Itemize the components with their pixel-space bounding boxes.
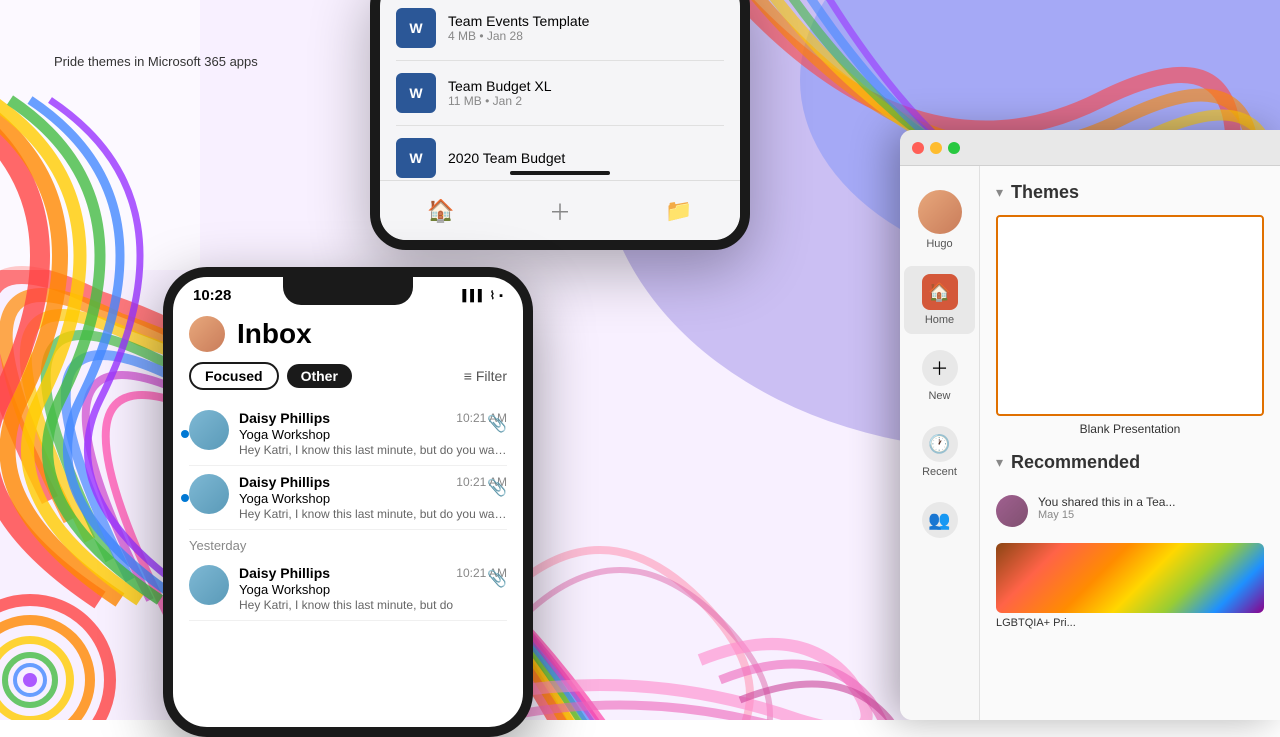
recommended-avatar-1 xyxy=(996,495,1028,527)
email-body-3: Daisy Phillips 10:21 AM Yoga Workshop He… xyxy=(239,565,507,612)
email-sender-1: Daisy Phillips xyxy=(239,410,330,426)
email-avatar-3 xyxy=(189,565,229,605)
sidebar-item-home[interactable]: 🏠 Home xyxy=(904,266,975,334)
file-item-1[interactable]: W Team Events Template 4 MB • Jan 28 xyxy=(396,0,724,61)
filter-button[interactable]: ≡ Filter xyxy=(464,368,507,384)
email-preview-2: Hey Katri, I know this last minute, but … xyxy=(239,507,507,521)
minimize-button[interactable] xyxy=(930,142,942,154)
sidebar-item-recent[interactable]: 🕐 Recent xyxy=(900,418,979,486)
filter-label: Filter xyxy=(476,368,507,384)
email-body-1: Daisy Phillips 10:21 AM Yoga Workshop He… xyxy=(239,410,507,457)
lgbtq-label: LGBTQIA+ Pri... xyxy=(996,617,1264,629)
user-avatar-sidebar xyxy=(918,190,962,234)
lgbtq-thumbnail[interactable] xyxy=(996,543,1264,613)
themes-section-title: Themes xyxy=(1011,182,1079,203)
attachment-icon-3: 📎 xyxy=(487,569,507,589)
word-tab-folder[interactable]: 📁 xyxy=(665,198,692,224)
new-icon: ＋ xyxy=(922,350,958,386)
email-subject-2: Yoga Workshop xyxy=(239,491,507,506)
mac-main-content: ▾ Themes Blank Presentation ▾ Recommende… xyxy=(980,166,1280,720)
tab-other[interactable]: Other xyxy=(287,364,352,388)
word-icon-1: W xyxy=(396,8,436,48)
themes-chevron-icon[interactable]: ▾ xyxy=(996,184,1003,201)
sidebar-label-home: Home xyxy=(925,314,954,326)
word-phone: W Team Events Template 4 MB • Jan 28 W T… xyxy=(370,0,750,250)
word-tab-add[interactable]: ＋ xyxy=(549,195,571,227)
recommended-section-header: ▾ Recommended xyxy=(996,452,1264,473)
file-meta-1: 4 MB • Jan 28 xyxy=(448,29,589,43)
phone-notch xyxy=(283,277,413,305)
sidebar-label-hugo: Hugo xyxy=(926,238,952,250)
email-preview-3: Hey Katri, I know this last minute, but … xyxy=(239,598,507,612)
people-icon: 👥 xyxy=(922,502,958,538)
powerpoint-window: Hugo 🏠 Home ＋ New 🕐 Recent 👥 ▾ T xyxy=(900,130,1280,720)
file-info-1: Team Events Template 4 MB • Jan 28 xyxy=(448,13,589,43)
themes-section-header: ▾ Themes xyxy=(996,182,1264,203)
file-name-2: Team Budget XL xyxy=(448,78,552,94)
email-body-2: Daisy Phillips 10:21 AM Yoga Workshop He… xyxy=(239,474,507,521)
email-avatar-1 xyxy=(189,410,229,450)
attachment-icon-1: 📎 xyxy=(487,414,507,434)
user-avatar xyxy=(189,316,225,352)
phone-time: 10:28 xyxy=(193,287,231,304)
inbox-content: Inbox Focused Other ≡ Filter Daisy Phill… xyxy=(173,308,523,621)
unread-dot-1 xyxy=(181,430,189,438)
word-icon-2: W xyxy=(396,73,436,113)
file-item-2[interactable]: W Team Budget XL 11 MB • Jan 2 xyxy=(396,61,724,126)
mac-body: Hugo 🏠 Home ＋ New 🕐 Recent 👥 ▾ T xyxy=(900,166,1280,720)
sidebar-item-hugo[interactable]: Hugo xyxy=(900,182,979,258)
mac-titlebar xyxy=(900,130,1280,166)
signal-icon: ▌▌▌ xyxy=(462,290,485,302)
attachment-icon-2: 📎 xyxy=(487,478,507,498)
file-meta-2: 11 MB • Jan 2 xyxy=(448,94,552,108)
recommended-chevron-icon[interactable]: ▾ xyxy=(996,454,1003,471)
word-home-bar xyxy=(510,171,610,175)
word-file-list: W Team Events Template 4 MB • Jan 28 W T… xyxy=(380,0,740,207)
sidebar-item-people[interactable]: 👥 xyxy=(900,494,979,546)
file-info-3: 2020 Team Budget xyxy=(448,150,565,166)
blank-presentation-label: Blank Presentation xyxy=(996,422,1264,436)
inbox-header: Inbox xyxy=(189,316,507,352)
file-name-3: 2020 Team Budget xyxy=(448,150,565,166)
email-sender-2: Daisy Phillips xyxy=(239,474,330,490)
caption-text: Pride themes in Microsoft 365 apps xyxy=(54,54,258,69)
phone-signal-icons: ▌▌▌ ⌇ ▪ xyxy=(462,289,503,302)
file-name-1: Team Events Template xyxy=(448,13,589,29)
sidebar-item-new[interactable]: ＋ New xyxy=(900,342,979,410)
email-item-2[interactable]: Daisy Phillips 10:21 AM Yoga Workshop He… xyxy=(189,466,507,530)
sidebar-label-new: New xyxy=(928,390,950,402)
filter-icon: ≡ xyxy=(464,368,472,384)
yesterday-label: Yesterday xyxy=(189,530,507,557)
tab-focused[interactable]: Focused xyxy=(189,362,279,390)
recommended-item-1[interactable]: You shared this in a Tea... May 15 xyxy=(996,485,1264,537)
email-item-3[interactable]: Daisy Phillips 10:21 AM Yoga Workshop He… xyxy=(189,557,507,621)
email-avatar-2 xyxy=(189,474,229,514)
mac-sidebar: Hugo 🏠 Home ＋ New 🕐 Recent 👥 xyxy=(900,166,980,720)
file-info-2: Team Budget XL 11 MB • Jan 2 xyxy=(448,78,552,108)
recent-icon: 🕐 xyxy=(922,426,958,462)
home-icon: 🏠 xyxy=(922,274,958,310)
email-subject-1: Yoga Workshop xyxy=(239,427,507,442)
word-tab-bar: 🏠 ＋ 📁 xyxy=(380,180,740,240)
sidebar-label-recent: Recent xyxy=(922,466,957,478)
blank-presentation-thumbnail[interactable] xyxy=(996,215,1264,416)
email-item-1[interactable]: Daisy Phillips 10:21 AM Yoga Workshop He… xyxy=(189,402,507,466)
recommended-text-1: You shared this in a Tea... May 15 xyxy=(1038,495,1175,521)
email-subject-3: Yoga Workshop xyxy=(239,582,507,597)
inbox-title: Inbox xyxy=(237,318,312,350)
wifi-icon: ⌇ xyxy=(490,289,495,302)
outlook-phone: 10:28 ▌▌▌ ⌇ ▪ Inbox Focused Other ≡ Filt… xyxy=(163,267,533,737)
word-icon-3: W xyxy=(396,138,436,178)
maximize-button[interactable] xyxy=(948,142,960,154)
battery-icon: ▪ xyxy=(499,290,503,302)
email-sender-3: Daisy Phillips xyxy=(239,565,330,581)
recommended-section-title: Recommended xyxy=(1011,452,1140,473)
unread-dot-2 xyxy=(181,494,189,502)
email-preview-1: Hey Katri, I know this last minute, but … xyxy=(239,443,507,457)
word-tab-home[interactable]: 🏠 xyxy=(427,198,454,224)
close-button[interactable] xyxy=(912,142,924,154)
inbox-tabs: Focused Other ≡ Filter xyxy=(189,362,507,390)
